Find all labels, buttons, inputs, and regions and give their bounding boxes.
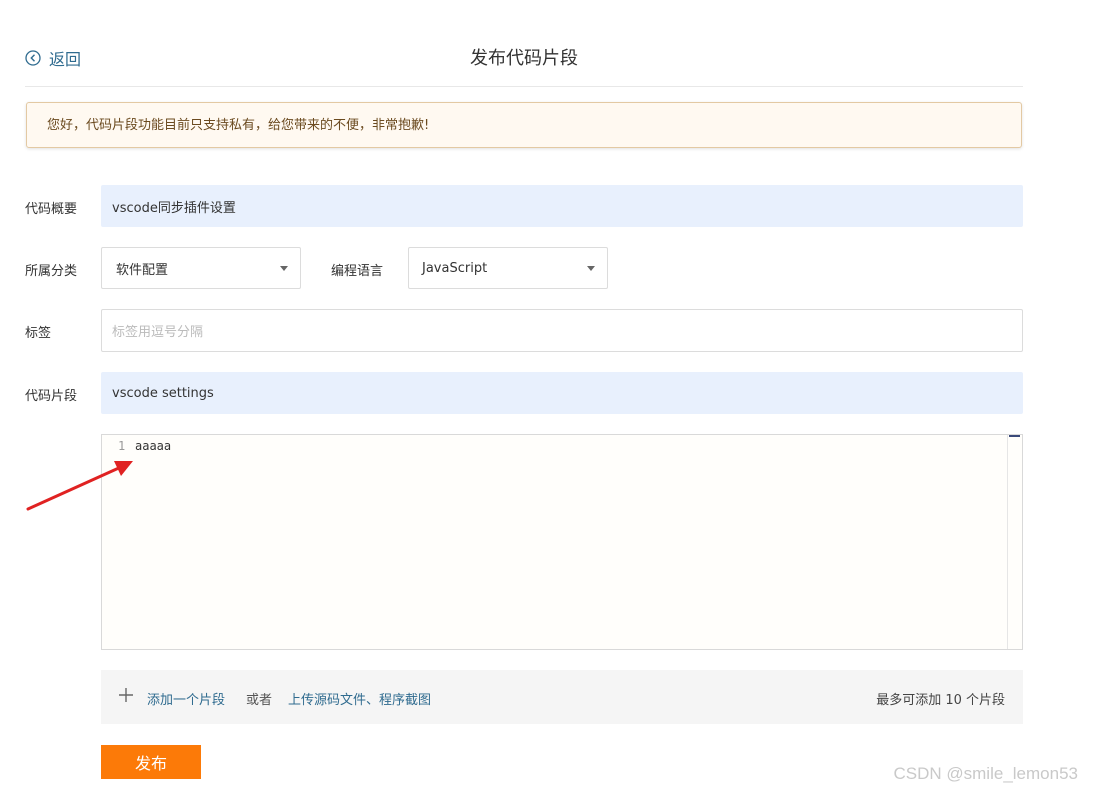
add-snippet-link[interactable]: 添加一个片段 — [147, 689, 225, 708]
upload-source-link[interactable]: 上传源码文件、程序截图 — [288, 689, 431, 708]
language-select[interactable]: JavaScript — [408, 247, 608, 289]
tags-placeholder: 标签用逗号分隔 — [112, 325, 204, 340]
snippet-label: 代码片段 — [25, 389, 78, 404]
summary-value: vscode同步插件设置 — [112, 200, 236, 216]
scroll-thumb[interactable] — [1009, 435, 1020, 437]
editor-scrollbar[interactable] — [1007, 435, 1022, 649]
summary-label: 代码概要 — [25, 202, 78, 217]
snippet-title-input[interactable]: vscode settings — [101, 372, 1023, 414]
caret-down-icon — [280, 266, 288, 271]
category-label: 所属分类 — [25, 264, 78, 279]
snippet-limit-text: 最多可添加 10 个片段 — [876, 693, 1005, 708]
page-header: 返回 发布代码片段 — [25, 40, 1023, 87]
tags-input[interactable]: 标签用逗号分隔 — [101, 309, 1023, 352]
watermark: CSDN @smile_lemon53 — [893, 764, 1079, 783]
summary-input[interactable]: vscode同步插件设置 — [101, 185, 1023, 227]
plus-icon[interactable] — [119, 688, 133, 702]
line-number: 1 — [118, 439, 126, 453]
language-value: JavaScript — [422, 260, 488, 276]
caret-down-icon — [587, 266, 595, 271]
language-label: 编程语言 — [331, 264, 384, 279]
snippet-title-value: vscode settings — [112, 385, 214, 401]
or-text: 或者 — [246, 693, 273, 708]
category-value: 软件配置 — [116, 262, 169, 278]
code-line[interactable]: aaaaa — [135, 439, 171, 453]
notice-banner: 您好，代码片段功能目前只支持私有，给您带来的不便，非常抱歉! — [26, 102, 1022, 148]
page-title: 发布代码片段 — [470, 48, 578, 69]
tags-label: 标签 — [25, 326, 52, 341]
category-select[interactable]: 软件配置 — [101, 247, 301, 289]
snippet-toolbar: 添加一个片段 或者 上传源码文件、程序截图 最多可添加 10 个片段 — [101, 670, 1023, 724]
code-editor[interactable]: 1 aaaaa — [101, 434, 1023, 650]
publish-button[interactable]: 发布 — [101, 745, 201, 779]
